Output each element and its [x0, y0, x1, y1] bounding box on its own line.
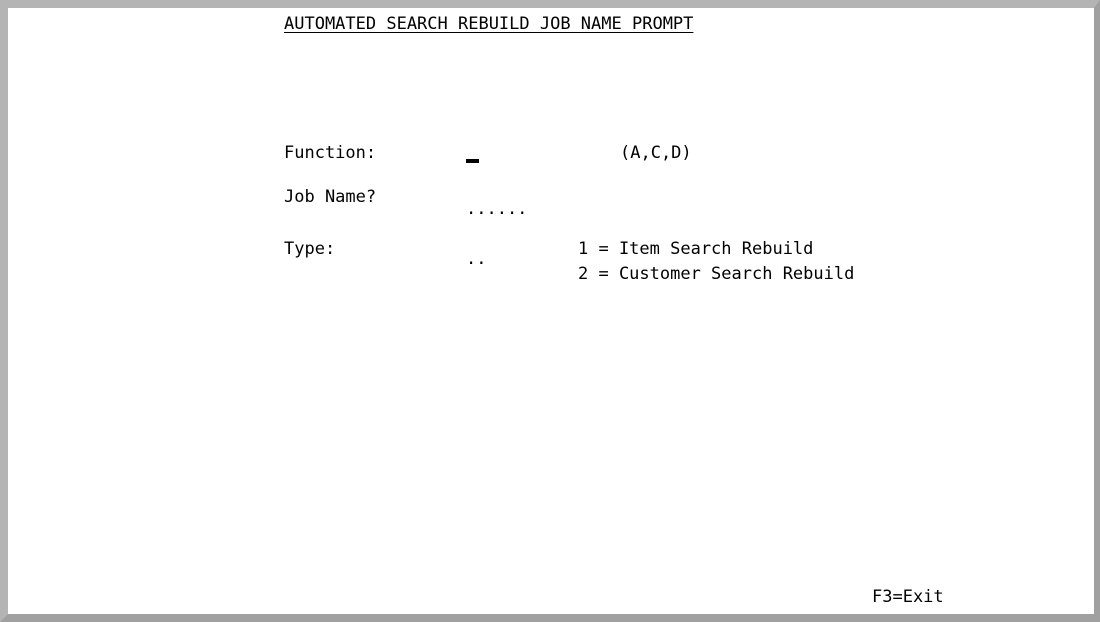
- function-input[interactable]: [466, 159, 479, 163]
- function-options-hint: (A,C,D): [620, 143, 692, 163]
- type-option-item-search: 1 = Item Search Rebuild: [578, 239, 814, 259]
- terminal-screen: AUTOMATED SEARCH REBUILD JOB NAME PROMPT…: [0, 0, 1100, 622]
- type-option-customer-search: 2 = Customer Search Rebuild: [578, 264, 855, 284]
- function-label: Function:: [284, 143, 377, 163]
- type-label: Type:: [284, 239, 336, 259]
- job-name-input[interactable]: ......: [466, 199, 527, 219]
- job-name-label: Job Name?: [284, 187, 377, 207]
- screen-title: AUTOMATED SEARCH REBUILD JOB NAME PROMPT: [284, 14, 694, 34]
- f3-exit-key[interactable]: F3=Exit: [872, 587, 944, 607]
- type-input[interactable]: ..: [466, 249, 486, 269]
